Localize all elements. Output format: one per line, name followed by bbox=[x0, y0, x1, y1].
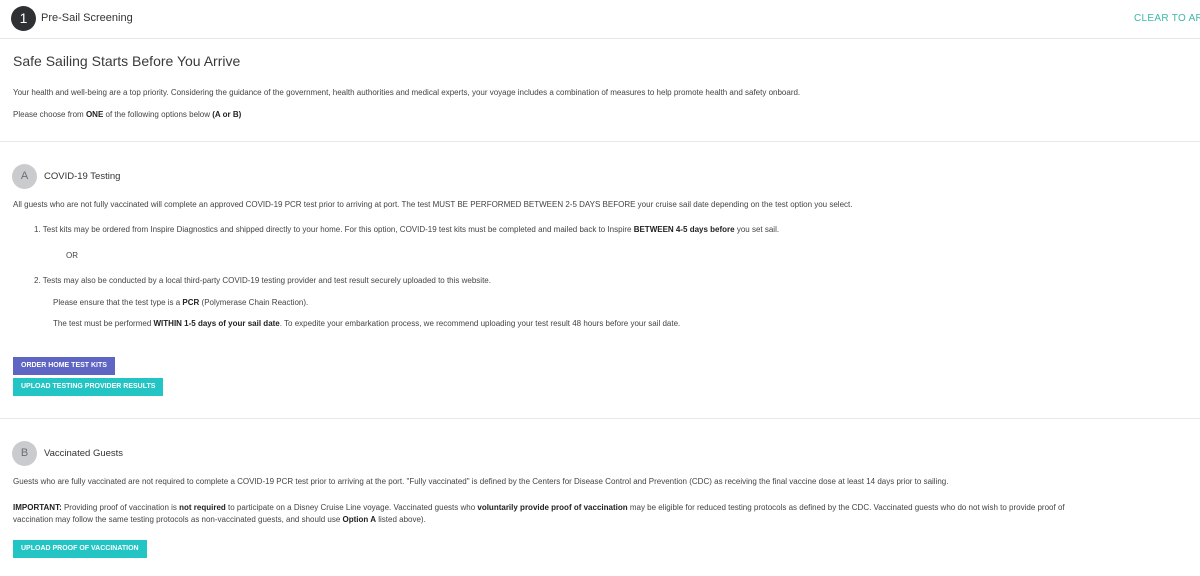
important-text-3: may be eligible for reduced testing prot… bbox=[627, 503, 1065, 512]
important-text-1: Providing proof of vaccination is bbox=[61, 503, 180, 512]
choose-prefix: Please choose from bbox=[13, 110, 86, 119]
important-text-2: to participate on a Disney Cruise Line v… bbox=[225, 503, 478, 512]
section-a-description: All guests who are not fully vaccinated … bbox=[13, 200, 853, 209]
section-a-title: COVID-19 Testing bbox=[44, 171, 121, 182]
important-bold-2: voluntarily provide proof of vaccination bbox=[477, 503, 628, 512]
test-option-1: 1. Test kits may be ordered from Inspire… bbox=[34, 225, 779, 234]
choose-instruction: Please choose from ONE of the following … bbox=[13, 110, 241, 119]
option-1-bold: BETWEEN 4-5 days before bbox=[633, 225, 735, 234]
section-a-badge: A bbox=[12, 164, 37, 189]
important-line2-bold: Option A bbox=[342, 515, 377, 524]
section-divider bbox=[0, 141, 1200, 142]
pcr-tail: (Polymerase Chain Reaction). bbox=[199, 298, 309, 307]
choose-options: (A or B) bbox=[212, 110, 242, 119]
timing-prefix: The test must be performed bbox=[53, 319, 154, 328]
important-line2-text: vaccination may follow the same testing … bbox=[13, 515, 343, 524]
important-line2-tail: listed above). bbox=[376, 515, 426, 524]
timing-note: The test must be performed WITHIN 1-5 da… bbox=[53, 319, 680, 328]
timing-tail: . To expedite your embarkation process, … bbox=[279, 319, 681, 328]
test-option-2: 2. Tests may also be conducted by a loca… bbox=[34, 276, 491, 285]
section-b-title: Vaccinated Guests bbox=[44, 448, 124, 459]
section-divider bbox=[0, 418, 1200, 419]
step-number-badge: 1 bbox=[11, 6, 36, 31]
order-home-test-kits-button[interactable]: ORDER HOME TEST KITS bbox=[13, 357, 115, 375]
important-bold-1: not required bbox=[179, 503, 226, 512]
or-separator: OR bbox=[66, 251, 78, 260]
clear-to-arrive-link[interactable]: CLEAR TO ARRIVE bbox=[1134, 13, 1200, 24]
important-label: IMPORTANT: bbox=[13, 503, 62, 512]
pcr-bold: PCR bbox=[182, 298, 200, 307]
section-b-description: Guests who are fully vaccinated are not … bbox=[13, 477, 949, 486]
timing-bold: WITHIN 1-5 days of your sail date bbox=[153, 319, 280, 328]
choose-one: ONE bbox=[85, 110, 104, 119]
pcr-prefix: Please ensure that the test type is a bbox=[53, 298, 183, 307]
pcr-note: Please ensure that the test type is a PC… bbox=[53, 298, 308, 307]
option-1-text: 1. Test kits may be ordered from Inspire… bbox=[34, 225, 634, 234]
important-notice-line1: IMPORTANT: Providing proof of vaccinatio… bbox=[13, 503, 1065, 512]
step-header: 1 Pre-Sail Screening CLEAR TO ARRIVE bbox=[0, 0, 1200, 39]
upload-proof-of-vaccination-button[interactable]: UPLOAD PROOF OF VACCINATION bbox=[13, 540, 147, 558]
option-1-tail: you set sail. bbox=[734, 225, 780, 234]
intro-paragraph: Your health and well-being are a top pri… bbox=[13, 88, 801, 97]
page-title: Safe Sailing Starts Before You Arrive bbox=[13, 53, 241, 69]
upload-testing-results-button[interactable]: UPLOAD TESTING PROVIDER RESULTS bbox=[13, 378, 164, 396]
important-notice-line2: vaccination may follow the same testing … bbox=[13, 515, 426, 524]
section-b-badge: B bbox=[12, 441, 37, 466]
choose-middle: of the following options below bbox=[103, 110, 213, 119]
step-title: Pre-Sail Screening bbox=[41, 12, 133, 24]
